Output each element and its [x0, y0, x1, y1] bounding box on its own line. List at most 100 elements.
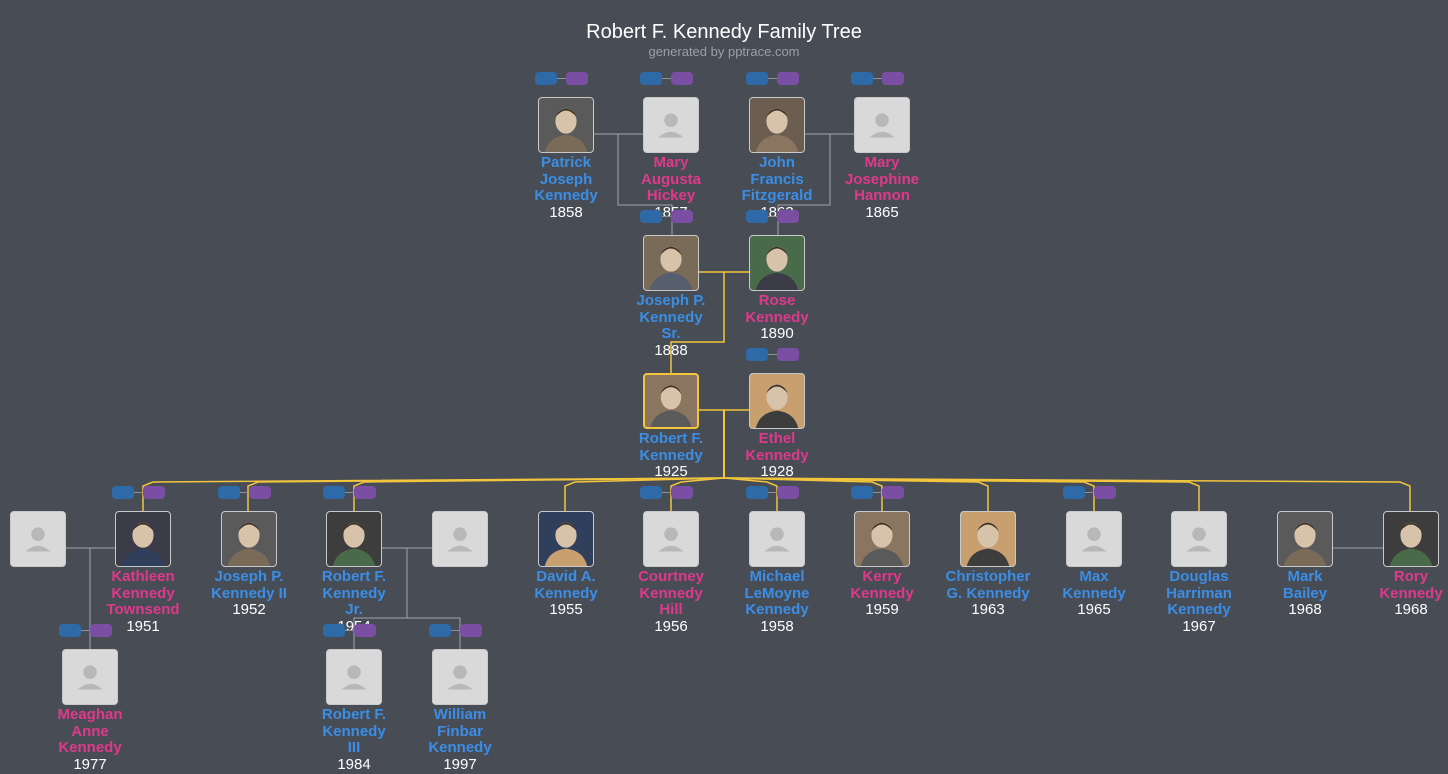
person-photo[interactable]: [1383, 511, 1439, 567]
person-name[interactable]: Mary Josephine Hannon: [826, 154, 938, 205]
person-placeholder[interactable]: [749, 511, 805, 567]
expand-family-button[interactable]: [249, 486, 271, 499]
person-silhouette-icon: [433, 650, 487, 704]
person-birth-year: 1977: [73, 755, 107, 773]
person-photo[interactable]: [749, 235, 805, 291]
person-photo[interactable]: [538, 511, 594, 567]
person-placeholder[interactable]: [854, 97, 910, 153]
expand-family-button[interactable]: [354, 486, 376, 499]
person-photo[interactable]: [1277, 511, 1333, 567]
expand-parents-button[interactable]: [640, 72, 662, 85]
expand-parents-button[interactable]: [851, 72, 873, 85]
expand-parents-button[interactable]: [323, 486, 345, 499]
person-photo[interactable]: [115, 511, 171, 567]
person-name[interactable]: John Francis Fitzgerald: [721, 154, 833, 205]
person-name[interactable]: Christopher G. Kennedy: [932, 568, 1044, 602]
control-link: [768, 216, 777, 217]
person-name[interactable]: Joseph P. Kennedy II: [193, 568, 305, 602]
expand-parents-button[interactable]: [746, 210, 768, 223]
expand-family-button[interactable]: [671, 210, 693, 223]
person-photo[interactable]: [643, 373, 699, 429]
person-name[interactable]: Patrick Joseph Kennedy: [510, 154, 622, 205]
person-placeholder[interactable]: [1171, 511, 1227, 567]
person-photo[interactable]: [854, 511, 910, 567]
person-name[interactable]: Robert F. Kennedy III: [298, 706, 410, 757]
person-name[interactable]: Ethel Kennedy: [721, 430, 833, 464]
expand-family-button[interactable]: [777, 72, 799, 85]
person-name[interactable]: Joseph P. Kennedy Sr.: [615, 292, 727, 343]
person-name[interactable]: Mark Bailey: [1249, 568, 1361, 602]
person-name[interactable]: William Finbar Kennedy: [404, 706, 516, 757]
person-name[interactable]: Michael LeMoyne Kennedy: [721, 568, 833, 619]
person-name[interactable]: Kathleen Kennedy Townsend: [87, 568, 199, 619]
person-photo[interactable]: [643, 235, 699, 291]
person-name[interactable]: Meaghan Anne Kennedy: [34, 706, 146, 757]
person-name[interactable]: David A. Kennedy: [510, 568, 622, 602]
expand-parents-button[interactable]: [746, 486, 768, 499]
expand-family-button[interactable]: [460, 624, 482, 637]
expand-family-button[interactable]: [777, 348, 799, 361]
person-placeholder[interactable]: [326, 649, 382, 705]
expand-parents-button[interactable]: [746, 348, 768, 361]
control-link: [662, 78, 671, 79]
expand-parents-button[interactable]: [535, 72, 557, 85]
expand-family-button[interactable]: [777, 486, 799, 499]
expand-parents-button[interactable]: [112, 486, 134, 499]
expand-family-button[interactable]: [143, 486, 165, 499]
person-placeholder[interactable]: [432, 511, 488, 567]
person-placeholder[interactable]: [432, 649, 488, 705]
person-silhouette-icon: [63, 650, 117, 704]
expand-parents-button[interactable]: [218, 486, 240, 499]
person-name[interactable]: Kerry Kennedy: [826, 568, 938, 602]
person-name[interactable]: Rory Kennedy: [1355, 568, 1448, 602]
person-name[interactable]: Mary Augusta Hickey: [615, 154, 727, 205]
expand-family-button[interactable]: [354, 624, 376, 637]
person-photo[interactable]: [749, 373, 805, 429]
person-placeholder[interactable]: [643, 97, 699, 153]
expand-controls: [851, 486, 906, 500]
expand-family-button[interactable]: [777, 210, 799, 223]
person-photo[interactable]: [538, 97, 594, 153]
expand-parents-button[interactable]: [323, 624, 345, 637]
portrait-photo: [961, 512, 1015, 566]
expand-family-button[interactable]: [671, 72, 693, 85]
expand-parents-button[interactable]: [640, 210, 662, 223]
expand-controls: [746, 348, 801, 362]
person-birth-year: 1967: [1182, 617, 1216, 635]
portrait-photo: [750, 236, 804, 290]
expand-controls: [429, 624, 484, 638]
expand-parents-button[interactable]: [746, 72, 768, 85]
expand-family-button[interactable]: [1094, 486, 1116, 499]
expand-parents-button[interactable]: [59, 624, 81, 637]
expand-family-button[interactable]: [566, 72, 588, 85]
person-silhouette-icon: [644, 512, 698, 566]
person-photo[interactable]: [221, 511, 277, 567]
person-placeholder[interactable]: [62, 649, 118, 705]
expand-parents-button[interactable]: [640, 486, 662, 499]
person-name[interactable]: Douglas Harriman Kennedy: [1143, 568, 1255, 619]
expand-family-button[interactable]: [671, 486, 693, 499]
expand-parents-button[interactable]: [851, 486, 873, 499]
person-silhouette-icon: [1172, 512, 1226, 566]
person-photo[interactable]: [960, 511, 1016, 567]
expand-family-button[interactable]: [882, 486, 904, 499]
person-photo[interactable]: [326, 511, 382, 567]
expand-controls: [112, 486, 167, 500]
person-birth-year: 1965: [1077, 601, 1111, 618]
person-placeholder[interactable]: [643, 511, 699, 567]
person-name[interactable]: Max Kennedy: [1038, 568, 1150, 602]
person-name[interactable]: Courtney Kennedy Hill: [615, 568, 727, 619]
expand-parents-button[interactable]: [1063, 486, 1085, 499]
person-photo[interactable]: [749, 97, 805, 153]
person-placeholder[interactable]: [10, 511, 66, 567]
person-name[interactable]: Rose Kennedy: [721, 292, 833, 326]
expand-family-button[interactable]: [90, 624, 112, 637]
person-name[interactable]: Robert F. Kennedy Jr.: [298, 568, 410, 619]
person-placeholder[interactable]: [1066, 511, 1122, 567]
expand-controls: [640, 72, 695, 86]
expand-family-button[interactable]: [882, 72, 904, 85]
expand-parents-button[interactable]: [429, 624, 451, 637]
portrait-photo: [539, 98, 593, 152]
person-silhouette-icon: [1067, 512, 1121, 566]
person-name[interactable]: Robert F. Kennedy: [615, 430, 727, 464]
